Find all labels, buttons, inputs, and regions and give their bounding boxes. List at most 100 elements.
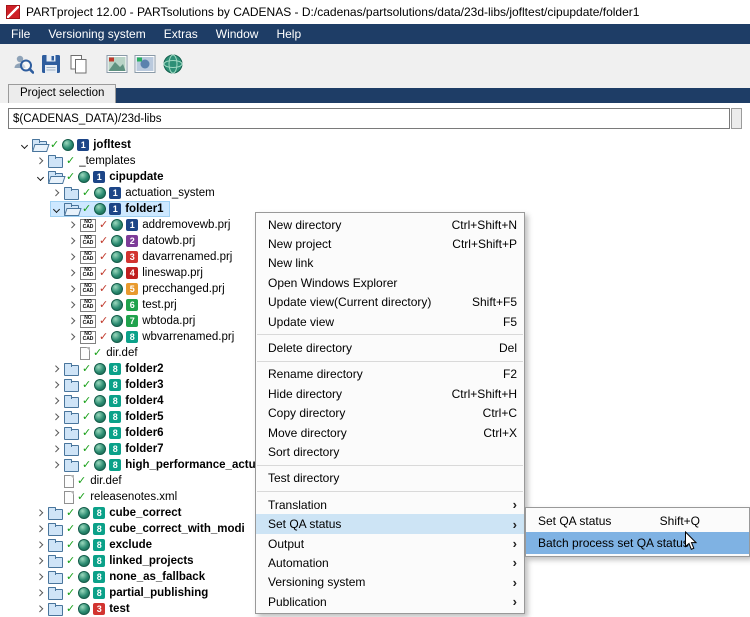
context-menu-item-automation[interactable]: Automation›	[256, 553, 524, 572]
context-menu-item-versioning-system[interactable]: Versioning system›	[256, 573, 524, 592]
expand-arrow-icon[interactable]	[35, 556, 46, 567]
no-cad-project-icon: NOCAD	[80, 315, 96, 328]
tree-row-lineswap-prj[interactable]: NOCAD✓4lineswap.prj	[66, 265, 209, 281]
save-icon[interactable]	[40, 53, 62, 75]
tab-project-selection[interactable]: Project selection	[8, 84, 116, 103]
tree-row-releasenotes-xml[interactable]: ✓releasenotes.xml	[50, 489, 183, 505]
context-menu-item-test-directory[interactable]: Test directory	[256, 469, 524, 488]
context-menu-item-publication[interactable]: Publication›	[256, 592, 524, 611]
tree-row-wbvarrenamed-prj[interactable]: NOCAD✓8wbvarrenamed.prj	[66, 329, 240, 345]
tree-row-precchanged-prj[interactable]: NOCAD✓5precchanged.prj	[66, 281, 231, 297]
menubar-item-extras[interactable]: Extras	[155, 24, 207, 44]
expand-arrow-icon[interactable]	[67, 252, 78, 263]
expand-arrow-icon[interactable]	[67, 220, 78, 231]
context-menu-item-sort-directory[interactable]: Sort directory	[256, 442, 524, 461]
expander-spacer	[51, 492, 62, 503]
expand-arrow-icon[interactable]	[35, 572, 46, 583]
globe-toolbar-icon[interactable]	[162, 53, 184, 75]
context-menu-item-move-directory[interactable]: Move directoryCtrl+X	[256, 423, 524, 442]
expand-arrow-icon[interactable]	[51, 188, 62, 199]
menubar-item-file[interactable]: File	[2, 24, 39, 44]
expand-arrow-icon[interactable]	[51, 396, 62, 407]
menu-item-label: Set QA status	[538, 514, 611, 528]
tree-row-addremovewb-prj[interactable]: NOCAD✓1addremovewb.prj	[66, 217, 236, 233]
context-menu-item-open-windows-explorer[interactable]: Open Windows Explorer	[256, 273, 524, 292]
expand-arrow-icon[interactable]	[35, 508, 46, 519]
tree-row-datowb-prj[interactable]: NOCAD✓2datowb.prj	[66, 233, 201, 249]
expand-arrow-icon[interactable]	[51, 460, 62, 471]
expand-arrow-icon[interactable]	[51, 444, 62, 455]
expand-arrow-icon[interactable]	[67, 332, 78, 343]
context-menu-item-rename-directory[interactable]: Rename directoryF2	[256, 365, 524, 384]
path-input[interactable]	[8, 108, 730, 129]
collapse-arrow-icon[interactable]	[51, 204, 62, 215]
menu-item-label: Rename directory	[268, 367, 363, 381]
no-cad-project-icon: NOCAD	[80, 251, 96, 264]
tree-row-exclude[interactable]: ✓8exclude	[34, 537, 158, 553]
expand-arrow-icon[interactable]	[35, 588, 46, 599]
submenu-item-set-qa-status[interactable]: Set QA statusShift+Q	[526, 510, 749, 532]
tree-row-dir-def[interactable]: ✓dir.def	[66, 345, 144, 361]
context-menu-item-translation[interactable]: Translation›	[256, 495, 524, 514]
tree-row-davarrenamed-prj[interactable]: NOCAD✓3davarrenamed.prj	[66, 249, 238, 265]
menubar-item-versioning-system[interactable]: Versioning system	[39, 24, 154, 44]
qa-status-badge: 5	[126, 283, 138, 295]
menubar-item-window[interactable]: Window	[207, 24, 268, 44]
context-menu-item-delete-directory[interactable]: Delete directoryDel	[256, 338, 524, 357]
tree-row-linked-projects[interactable]: ✓8linked_projects	[34, 553, 200, 569]
expand-arrow-icon[interactable]	[51, 364, 62, 375]
folder-icon	[48, 605, 63, 616]
tree-row-high-performance-actu[interactable]: ✓8high_performance_actu	[50, 457, 262, 473]
tree-row-folder5[interactable]: ✓8folder5	[50, 409, 170, 425]
menubar-item-help[interactable]: Help	[267, 24, 310, 44]
tree-row-folder2[interactable]: ✓8folder2	[50, 361, 170, 377]
tree-row-folder6[interactable]: ✓8folder6	[50, 425, 170, 441]
project-edit-icon[interactable]	[134, 53, 156, 75]
tree-row-folder7[interactable]: ✓8folder7	[50, 441, 170, 457]
submenu-item-batch-process-set-qa-status[interactable]: Batch process set QA status	[526, 532, 749, 554]
expand-arrow-icon[interactable]	[35, 524, 46, 535]
tree-row-partial-publishing[interactable]: ✓8partial_publishing	[34, 585, 214, 601]
context-menu-item-hide-directory[interactable]: Hide directoryCtrl+Shift+H	[256, 384, 524, 403]
expand-arrow-icon[interactable]	[51, 428, 62, 439]
tree-row-test-prj[interactable]: NOCAD✓6test.prj	[66, 297, 183, 313]
tree-row-templates[interactable]: ✓_templates	[34, 153, 141, 169]
project-search-icon[interactable]	[12, 53, 34, 75]
context-menu-item-update-view[interactable]: Update viewF5	[256, 312, 524, 331]
app-logo-icon	[6, 5, 20, 19]
tree-row-cube-correct[interactable]: ✓8cube_correct	[34, 505, 187, 521]
tree-row-none-as-fallback[interactable]: ✓8none_as_fallback	[34, 569, 211, 585]
tree-row-jofltest[interactable]: ✓1jofltest	[18, 137, 137, 153]
context-menu-item-output[interactable]: Output›	[256, 534, 524, 553]
expand-arrow-icon[interactable]	[35, 540, 46, 551]
context-menu-item-copy-directory[interactable]: Copy directoryCtrl+C	[256, 404, 524, 423]
tree-row-test[interactable]: ✓3test	[34, 601, 136, 617]
expand-arrow-icon[interactable]	[67, 316, 78, 327]
tree-row-cube-correct-with-modi[interactable]: ✓8cube_correct_with_modi	[34, 521, 251, 537]
collapse-arrow-icon[interactable]	[35, 172, 46, 183]
path-expand-button[interactable]	[731, 108, 742, 129]
context-menu-item-set-qa-status[interactable]: Set QA status›	[256, 514, 524, 533]
context-menu-item-new-directory[interactable]: New directoryCtrl+Shift+N	[256, 215, 524, 234]
tree-row-folder4[interactable]: ✓8folder4	[50, 393, 170, 409]
tree-row-folder3[interactable]: ✓8folder3	[50, 377, 170, 393]
tree-row-actuation-system[interactable]: ✓1actuation_system	[50, 185, 221, 201]
tree-row-cipupdate[interactable]: ✓1cipupdate	[34, 169, 170, 185]
context-menu-item-update-view-current-directory[interactable]: Update view(Current directory)Shift+F5	[256, 293, 524, 312]
expand-arrow-icon[interactable]	[67, 268, 78, 279]
expand-arrow-icon[interactable]	[67, 284, 78, 295]
context-menu-item-new-link[interactable]: New link	[256, 254, 524, 273]
expand-arrow-icon[interactable]	[51, 412, 62, 423]
expand-arrow-icon[interactable]	[35, 156, 46, 167]
copy-icon[interactable]	[68, 53, 90, 75]
tree-row-dir-def[interactable]: ✓dir.def	[50, 473, 128, 489]
tree-row-wbtoda-prj[interactable]: NOCAD✓7wbtoda.prj	[66, 313, 201, 329]
expand-arrow-icon[interactable]	[51, 380, 62, 391]
expand-arrow-icon[interactable]	[67, 300, 78, 311]
project-thumbnail-icon[interactable]	[106, 53, 128, 75]
context-menu-item-new-project[interactable]: New projectCtrl+Shift+P	[256, 234, 524, 253]
collapse-arrow-icon[interactable]	[19, 140, 30, 151]
tree-row-folder1[interactable]: ✓1folder1	[50, 201, 170, 217]
expand-arrow-icon[interactable]	[35, 604, 46, 615]
expand-arrow-icon[interactable]	[67, 236, 78, 247]
